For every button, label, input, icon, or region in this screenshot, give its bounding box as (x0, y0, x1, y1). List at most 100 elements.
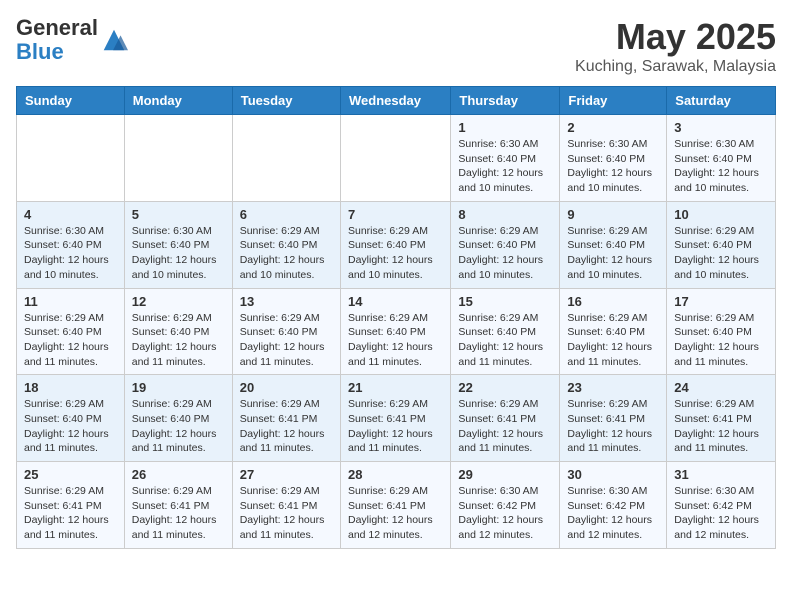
day-info: Sunrise: 6:30 AM Sunset: 6:40 PM Dayligh… (24, 224, 117, 283)
day-info: Sunrise: 6:29 AM Sunset: 6:40 PM Dayligh… (240, 224, 333, 283)
day-number: 23 (567, 380, 659, 395)
day-info: Sunrise: 6:29 AM Sunset: 6:41 PM Dayligh… (674, 397, 768, 456)
day-number: 31 (674, 467, 768, 482)
day-number: 24 (674, 380, 768, 395)
day-number: 28 (348, 467, 443, 482)
day-number: 26 (132, 467, 225, 482)
calendar-cell: 24 Sunrise: 6:29 AM Sunset: 6:41 PM Dayli… (667, 375, 776, 462)
day-number: 22 (458, 380, 552, 395)
day-header-tuesday: Tuesday (232, 87, 340, 115)
calendar-cell: 17Sunrise: 6:29 AM Sunset: 6:40 PM Dayli… (667, 288, 776, 375)
day-number: 11 (24, 294, 117, 309)
day-info: Sunrise: 6:29 AM Sunset: 6:40 PM Dayligh… (24, 311, 117, 370)
day-number: 2 (567, 120, 659, 135)
calendar-week-4: 18 Sunrise: 6:29 AM Sunset: 6:40 PM Dayli… (17, 375, 776, 462)
page-header: General Blue May 2025 Kuching, Sarawak, … (16, 16, 776, 76)
calendar-cell: 28Sunrise: 6:29 AM Sunset: 6:41 PM Dayli… (340, 462, 450, 549)
calendar-cell: 22 Sunrise: 6:29 AM Sunset: 6:41 PM Dayli… (451, 375, 560, 462)
day-info: Sunrise: 6:29 AM Sunset: 6:40 PM Dayligh… (348, 224, 443, 283)
day-number: 9 (567, 207, 659, 222)
day-header-sunday: Sunday (17, 87, 125, 115)
calendar-cell: 11 Sunrise: 6:29 AM Sunset: 6:40 PM Dayli… (17, 288, 125, 375)
logo-blue-text: Blue (16, 39, 64, 64)
day-number: 20 (240, 380, 333, 395)
calendar-header-row: SundayMondayTuesdayWednesdayThursdayFrid… (17, 87, 776, 115)
day-info: Sunrise: 6:30 AM Sunset: 6:42 PM Dayligh… (674, 484, 768, 543)
day-number: 14 (348, 294, 443, 309)
calendar-cell: 5Sunrise: 6:30 AM Sunset: 6:40 PM Daylig… (124, 201, 232, 288)
calendar-cell: 8 Sunrise: 6:29 AM Sunset: 6:40 PM Daylig… (451, 201, 560, 288)
calendar-week-5: 25 Sunrise: 6:29 AM Sunset: 6:41 PM Dayli… (17, 462, 776, 549)
calendar-cell (340, 115, 450, 202)
calendar-week-1: 1 Sunrise: 6:30 AM Sunset: 6:40 PM Daylig… (17, 115, 776, 202)
day-info: Sunrise: 6:29 AM Sunset: 6:40 PM Dayligh… (132, 397, 225, 456)
calendar-cell: 27 Sunrise: 6:29 AM Sunset: 6:41 PM Dayli… (232, 462, 340, 549)
calendar-cell: 29Sunrise: 6:30 AM Sunset: 6:42 PM Dayli… (451, 462, 560, 549)
calendar-table: SundayMondayTuesdayWednesdayThursdayFrid… (16, 86, 776, 549)
calendar-cell: 20 Sunrise: 6:29 AM Sunset: 6:41 PM Dayli… (232, 375, 340, 462)
calendar-cell: 23Sunrise: 6:29 AM Sunset: 6:41 PM Dayli… (560, 375, 667, 462)
day-info: Sunrise: 6:29 AM Sunset: 6:40 PM Dayligh… (24, 397, 117, 456)
day-info: Sunrise: 6:29 AM Sunset: 6:40 PM Dayligh… (567, 224, 659, 283)
calendar-week-2: 4 Sunrise: 6:30 AM Sunset: 6:40 PM Daylig… (17, 201, 776, 288)
calendar-cell: 26Sunrise: 6:29 AM Sunset: 6:41 PM Dayli… (124, 462, 232, 549)
location-title: Kuching, Sarawak, Malaysia (575, 58, 776, 76)
day-number: 27 (240, 467, 333, 482)
day-header-wednesday: Wednesday (340, 87, 450, 115)
calendar-cell: 4 Sunrise: 6:30 AM Sunset: 6:40 PM Daylig… (17, 201, 125, 288)
day-info: Sunrise: 6:29 AM Sunset: 6:40 PM Dayligh… (240, 311, 333, 370)
calendar-cell (232, 115, 340, 202)
day-info: Sunrise: 6:29 AM Sunset: 6:41 PM Dayligh… (458, 397, 552, 456)
calendar-cell: 31 Sunrise: 6:30 AM Sunset: 6:42 PM Dayli… (667, 462, 776, 549)
calendar-cell: 14 Sunrise: 6:29 AM Sunset: 6:40 PM Dayli… (340, 288, 450, 375)
day-number: 4 (24, 207, 117, 222)
day-info: Sunrise: 6:30 AM Sunset: 6:40 PM Dayligh… (567, 137, 659, 196)
day-info: Sunrise: 6:29 AM Sunset: 6:40 PM Dayligh… (458, 224, 552, 283)
day-number: 21 (348, 380, 443, 395)
calendar-cell: 21Sunrise: 6:29 AM Sunset: 6:41 PM Dayli… (340, 375, 450, 462)
day-info: Sunrise: 6:29 AM Sunset: 6:40 PM Dayligh… (567, 311, 659, 370)
calendar-cell: 12Sunrise: 6:29 AM Sunset: 6:40 PM Dayli… (124, 288, 232, 375)
calendar-cell: 19Sunrise: 6:29 AM Sunset: 6:40 PM Dayli… (124, 375, 232, 462)
calendar-cell: 25Sunrise: 6:29 AM Sunset: 6:41 PM Dayli… (17, 462, 125, 549)
day-info: Sunrise: 6:29 AM Sunset: 6:40 PM Dayligh… (348, 311, 443, 370)
day-info: Sunrise: 6:30 AM Sunset: 6:42 PM Dayligh… (567, 484, 659, 543)
day-number: 25 (24, 467, 117, 482)
logo-general-text: General (16, 15, 98, 40)
day-number: 5 (132, 207, 225, 222)
calendar-cell: 3Sunrise: 6:30 AM Sunset: 6:40 PM Daylig… (667, 115, 776, 202)
calendar-cell: 15 Sunrise: 6:29 AM Sunset: 6:40 PM Dayli… (451, 288, 560, 375)
day-info: Sunrise: 6:29 AM Sunset: 6:40 PM Dayligh… (674, 224, 768, 283)
day-number: 7 (348, 207, 443, 222)
day-info: Sunrise: 6:29 AM Sunset: 6:40 PM Dayligh… (458, 311, 552, 370)
calendar-cell: 10 Sunrise: 6:29 AM Sunset: 6:40 PM Dayli… (667, 201, 776, 288)
day-number: 29 (458, 467, 552, 482)
day-header-saturday: Saturday (667, 87, 776, 115)
calendar-cell: 1Sunrise: 6:30 AM Sunset: 6:40 PM Daylig… (451, 115, 560, 202)
calendar-cell: 16 Sunrise: 6:29 AM Sunset: 6:40 PM Dayli… (560, 288, 667, 375)
calendar-cell: 18 Sunrise: 6:29 AM Sunset: 6:40 PM Dayli… (17, 375, 125, 462)
day-number: 18 (24, 380, 117, 395)
logo: General Blue (16, 16, 128, 64)
calendar-cell: 6 Sunrise: 6:29 AM Sunset: 6:40 PM Daylig… (232, 201, 340, 288)
calendar-cell: 7 Sunrise: 6:29 AM Sunset: 6:40 PM Daylig… (340, 201, 450, 288)
title-block: May 2025 Kuching, Sarawak, Malaysia (575, 16, 776, 76)
calendar-cell (17, 115, 125, 202)
day-number: 8 (458, 207, 552, 222)
day-number: 16 (567, 294, 659, 309)
day-number: 6 (240, 207, 333, 222)
day-number: 15 (458, 294, 552, 309)
calendar-cell: 9 Sunrise: 6:29 AM Sunset: 6:40 PM Daylig… (560, 201, 667, 288)
day-number: 3 (674, 120, 768, 135)
logo-icon (100, 26, 128, 54)
day-info: Sunrise: 6:29 AM Sunset: 6:41 PM Dayligh… (240, 397, 333, 456)
day-info: Sunrise: 6:29 AM Sunset: 6:40 PM Dayligh… (674, 311, 768, 370)
day-info: Sunrise: 6:29 AM Sunset: 6:41 PM Dayligh… (240, 484, 333, 543)
day-header-thursday: Thursday (451, 87, 560, 115)
day-number: 13 (240, 294, 333, 309)
day-number: 10 (674, 207, 768, 222)
month-title: May 2025 (575, 16, 776, 58)
day-number: 30 (567, 467, 659, 482)
day-number: 1 (458, 120, 552, 135)
calendar-week-3: 11 Sunrise: 6:29 AM Sunset: 6:40 PM Dayli… (17, 288, 776, 375)
